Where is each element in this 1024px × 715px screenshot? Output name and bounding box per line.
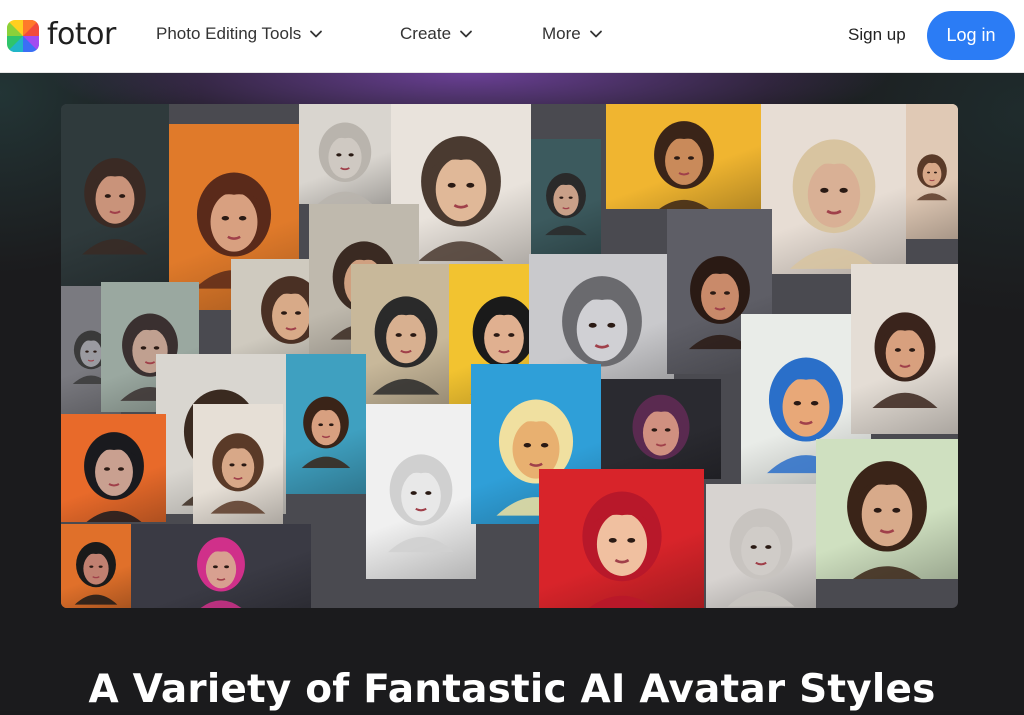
hero-headline: A Variety of Fantastic AI Avatar Styles <box>88 667 936 713</box>
avatar-tile <box>61 104 169 286</box>
avatar-tile <box>366 404 476 579</box>
avatar-tile <box>601 379 721 479</box>
portrait-figure <box>544 172 588 236</box>
brand-logo[interactable]: fotor <box>7 16 116 52</box>
nav-create[interactable]: Create <box>400 24 473 44</box>
avatar-tile <box>539 469 704 608</box>
avatar-tile <box>299 104 391 204</box>
nav-more-label: More <box>542 24 581 43</box>
portrait-figure <box>210 433 266 514</box>
portrait-figure <box>916 153 948 201</box>
avatar-tile <box>351 264 461 404</box>
avatar-tile <box>131 524 311 608</box>
fotor-logo-icon <box>7 20 39 52</box>
portrait-figure <box>847 461 927 579</box>
chevron-down-icon <box>589 30 602 38</box>
portrait-figure <box>871 312 938 408</box>
nav-photo-editing-tools-label: Photo Editing Tools <box>156 24 302 43</box>
avatar-tile <box>531 139 601 254</box>
avatar-tile <box>61 414 166 522</box>
portrait-figure <box>632 394 690 479</box>
portrait-figure <box>387 453 455 553</box>
chevron-down-icon <box>310 30 323 38</box>
portrait-figure <box>301 396 351 469</box>
avatar-collage-image <box>61 104 958 608</box>
brand-name: fotor <box>47 16 116 52</box>
nav-photo-editing-tools[interactable]: Photo Editing Tools <box>156 24 323 44</box>
avatar-tile <box>816 439 958 579</box>
avatar-tile <box>761 104 906 274</box>
top-navbar: fotor Photo Editing Tools Create More Si… <box>0 0 1024 73</box>
portrait-figure <box>789 139 878 269</box>
nav-create-label: Create <box>400 24 452 43</box>
nav-more[interactable]: More <box>542 24 603 44</box>
portrait-figure <box>372 296 440 395</box>
portrait-figure <box>581 490 662 608</box>
hero-section: A Variety of Fantastic AI Avatar Styles <box>0 73 1024 712</box>
avatar-tile <box>193 404 283 524</box>
portrait-figure <box>653 120 714 209</box>
avatar-tile <box>706 484 816 608</box>
portrait-figure <box>317 122 373 204</box>
avatar-tile <box>606 104 761 209</box>
portrait-figure <box>74 542 118 605</box>
avatar-tile <box>906 104 958 239</box>
avatar-tile <box>851 264 958 434</box>
login-button[interactable]: Log in <box>927 11 1015 60</box>
signup-link[interactable]: Sign up <box>848 25 906 45</box>
avatar-tile <box>61 524 131 608</box>
portrait-figure <box>82 158 148 255</box>
chevron-down-icon <box>460 30 472 38</box>
portrait-figure <box>83 432 144 522</box>
portrait-figure <box>197 537 245 608</box>
avatar-tile <box>286 354 366 494</box>
portrait-figure <box>727 508 795 607</box>
